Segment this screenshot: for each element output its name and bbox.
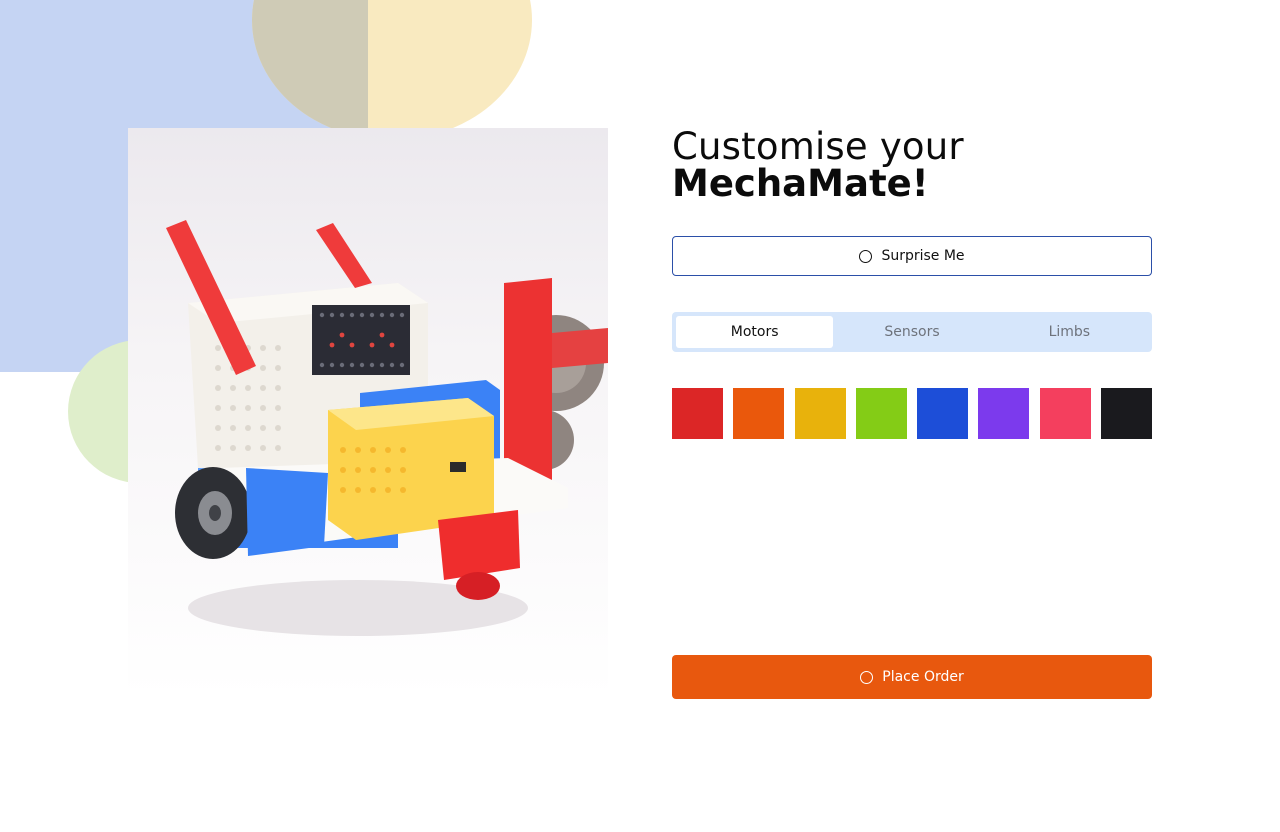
swatch-black[interactable] bbox=[1100, 388, 1152, 439]
place-order-button[interactable]: Place Order bbox=[672, 655, 1152, 699]
title-line1: Customise your bbox=[672, 125, 964, 168]
swatch-rose[interactable] bbox=[1039, 388, 1091, 439]
circle-icon bbox=[860, 670, 874, 684]
color-swatches bbox=[672, 388, 1152, 439]
swatch-orange[interactable] bbox=[733, 388, 785, 439]
product-preview-image bbox=[128, 128, 608, 698]
swatch-amber[interactable] bbox=[794, 388, 846, 439]
title-line2: MechaMate! bbox=[672, 162, 929, 205]
category-tabs: Motors Sensors Limbs bbox=[672, 312, 1152, 352]
swatch-violet[interactable] bbox=[978, 388, 1030, 439]
swatch-lime[interactable] bbox=[855, 388, 907, 439]
configurator-panel: Customise your MechaMate! Surprise Me Mo… bbox=[672, 128, 1152, 699]
tab-sensors[interactable]: Sensors bbox=[833, 316, 990, 348]
page-title: Customise your MechaMate! bbox=[672, 128, 964, 202]
surprise-me-label: Surprise Me bbox=[881, 248, 965, 264]
robot-illustration bbox=[166, 220, 608, 636]
tab-limbs[interactable]: Limbs bbox=[991, 316, 1148, 348]
swatch-blue[interactable] bbox=[917, 388, 969, 439]
background-yellow-circle bbox=[252, 0, 532, 140]
background-overlap-shape bbox=[252, 0, 368, 140]
surprise-me-button[interactable]: Surprise Me bbox=[672, 236, 1152, 276]
swatch-red[interactable] bbox=[672, 388, 723, 439]
tab-motors[interactable]: Motors bbox=[676, 316, 834, 348]
circle-icon bbox=[859, 249, 873, 263]
place-order-label: Place Order bbox=[882, 669, 964, 685]
